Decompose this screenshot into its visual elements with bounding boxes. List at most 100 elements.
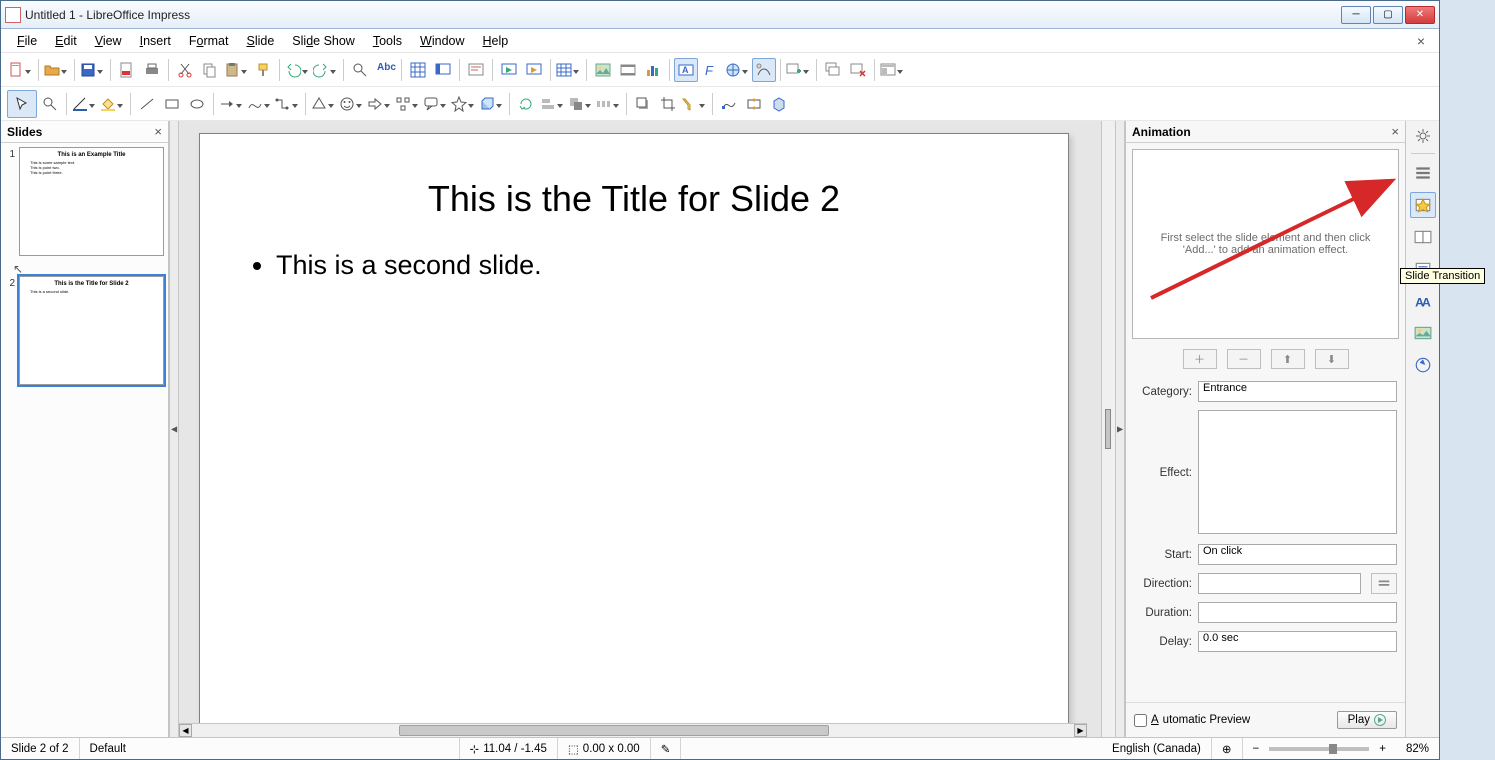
menu-view[interactable]: View xyxy=(87,32,130,50)
stars-banners-button[interactable] xyxy=(450,92,477,116)
close-document-button[interactable]: × xyxy=(1411,33,1431,49)
new-slide-button[interactable] xyxy=(785,58,812,82)
close-button[interactable]: ✕ xyxy=(1405,6,1435,24)
category-select[interactable]: Entrance xyxy=(1198,381,1397,402)
slide-transition-tab[interactable] xyxy=(1410,224,1436,250)
3d-objects-button[interactable] xyxy=(478,92,505,116)
menu-slide[interactable]: Slide xyxy=(238,32,282,50)
status-language[interactable]: English (Canada) xyxy=(1102,738,1212,759)
symbol-shapes-button[interactable] xyxy=(338,92,365,116)
insert-chart-button[interactable] xyxy=(641,58,665,82)
line-tool-button[interactable] xyxy=(135,92,159,116)
menu-edit[interactable]: Edit xyxy=(47,32,85,50)
select-tool-button[interactable] xyxy=(7,90,37,118)
rectangle-tool-button[interactable] xyxy=(160,92,184,116)
curves-polygons-button[interactable] xyxy=(246,92,273,116)
effect-options-button[interactable] xyxy=(1371,573,1397,594)
move-down-button[interactable]: ⬇ xyxy=(1315,349,1349,369)
insert-hyperlink-button[interactable] xyxy=(724,58,751,82)
toggle-extrusion-button[interactable] xyxy=(767,92,791,116)
menu-window[interactable]: Window xyxy=(412,32,472,50)
find-replace-button[interactable] xyxy=(348,58,372,82)
undo-button[interactable] xyxy=(284,58,311,82)
navigator-tab[interactable] xyxy=(1410,352,1436,378)
styles-tab[interactable]: AA xyxy=(1410,288,1436,314)
add-effect-button[interactable]: ＋ xyxy=(1183,349,1217,369)
basic-shapes-button[interactable] xyxy=(310,92,337,116)
insert-image-button[interactable] xyxy=(591,58,615,82)
insert-av-button[interactable] xyxy=(616,58,640,82)
line-color-button[interactable] xyxy=(71,92,98,116)
start-current-slide-button[interactable] xyxy=(522,58,546,82)
gluepoints-button[interactable] xyxy=(742,92,766,116)
play-button[interactable]: Play xyxy=(1337,711,1397,729)
ellipse-tool-button[interactable] xyxy=(185,92,209,116)
zoom-pan-button[interactable] xyxy=(38,92,62,116)
animation-tab[interactable] xyxy=(1410,192,1436,218)
slides-panel-close[interactable]: × xyxy=(154,124,162,139)
menu-format[interactable]: Format xyxy=(181,32,237,50)
filter-button[interactable] xyxy=(681,92,708,116)
zoom-percent[interactable]: 82% xyxy=(1396,738,1439,759)
display-views-button[interactable] xyxy=(431,58,455,82)
spelling-button[interactable]: Abc xyxy=(373,58,397,82)
align-objects-button[interactable] xyxy=(539,92,566,116)
crop-button[interactable] xyxy=(656,92,680,116)
horizontal-scrollbar[interactable]: ◀ ▶ xyxy=(179,723,1087,737)
points-edit-button[interactable] xyxy=(717,92,741,116)
remove-effect-button[interactable]: － xyxy=(1227,349,1261,369)
print-button[interactable] xyxy=(140,58,164,82)
duration-select[interactable] xyxy=(1198,602,1397,623)
menu-tools[interactable]: Tools xyxy=(365,32,410,50)
sidebar-panel-close[interactable]: × xyxy=(1391,124,1399,139)
duplicate-slide-button[interactable] xyxy=(821,58,845,82)
gallery-tab[interactable] xyxy=(1410,320,1436,346)
menu-slideshow[interactable]: Slide Show xyxy=(284,32,363,50)
properties-tab[interactable] xyxy=(1410,160,1436,186)
shadow-button[interactable] xyxy=(631,92,655,116)
slide-body-text[interactable]: This is a second slide. xyxy=(200,220,1068,281)
insert-fontwork-button[interactable]: F xyxy=(699,58,723,82)
fill-color-button[interactable] xyxy=(99,92,126,116)
slide-thumb-2[interactable]: 2 This is the Title for Slide 2 This is … xyxy=(5,276,164,385)
new-button[interactable] xyxy=(7,58,34,82)
connectors-button[interactable] xyxy=(274,92,301,116)
open-button[interactable] xyxy=(43,58,70,82)
slide-title-text[interactable]: This is the Title for Slide 2 xyxy=(200,134,1068,220)
slide-layout-button[interactable] xyxy=(879,58,906,82)
slides-panel-collapser[interactable]: ◀ xyxy=(169,121,179,737)
lines-arrows-button[interactable] xyxy=(218,92,245,116)
start-select[interactable]: On click xyxy=(1198,544,1397,565)
start-first-slide-button[interactable] xyxy=(497,58,521,82)
delay-input[interactable]: 0.0 sec xyxy=(1198,631,1397,652)
show-draw-functions-button[interactable] xyxy=(752,58,776,82)
menu-insert[interactable]: Insert xyxy=(132,32,179,50)
insert-table-button[interactable] xyxy=(555,58,582,82)
menu-help[interactable]: Help xyxy=(475,32,517,50)
master-slide-button[interactable] xyxy=(464,58,488,82)
block-arrows-button[interactable] xyxy=(366,92,393,116)
menu-file[interactable]: File xyxy=(9,32,45,50)
vertical-scrollbar[interactable] xyxy=(1101,121,1115,737)
callouts-button[interactable] xyxy=(422,92,449,116)
distribute-button[interactable] xyxy=(595,92,622,116)
rotate-button[interactable] xyxy=(514,92,538,116)
slide-canvas[interactable]: This is the Title for Slide 2 This is a … xyxy=(199,133,1069,737)
copy-button[interactable] xyxy=(198,58,222,82)
effect-list[interactable] xyxy=(1198,410,1397,534)
insert-textbox-button[interactable]: A xyxy=(674,58,698,82)
flowchart-button[interactable] xyxy=(394,92,421,116)
sidebar-collapser[interactable]: ▶ xyxy=(1115,121,1125,737)
minimize-button[interactable]: ─ xyxy=(1341,6,1371,24)
sidebar-settings-button[interactable] xyxy=(1410,125,1436,147)
paste-button[interactable] xyxy=(223,58,250,82)
fit-page-button[interactable]: ⊕ xyxy=(1212,738,1243,759)
save-button[interactable] xyxy=(79,58,106,82)
cut-button[interactable] xyxy=(173,58,197,82)
zoom-control[interactable]: −+ xyxy=(1243,738,1396,759)
maximize-button[interactable]: ▢ xyxy=(1373,6,1403,24)
direction-select[interactable] xyxy=(1198,573,1361,594)
export-pdf-button[interactable] xyxy=(115,58,139,82)
slide-thumb-1[interactable]: 1 This is an Example Title This is some … xyxy=(5,147,164,256)
redo-button[interactable] xyxy=(312,58,339,82)
